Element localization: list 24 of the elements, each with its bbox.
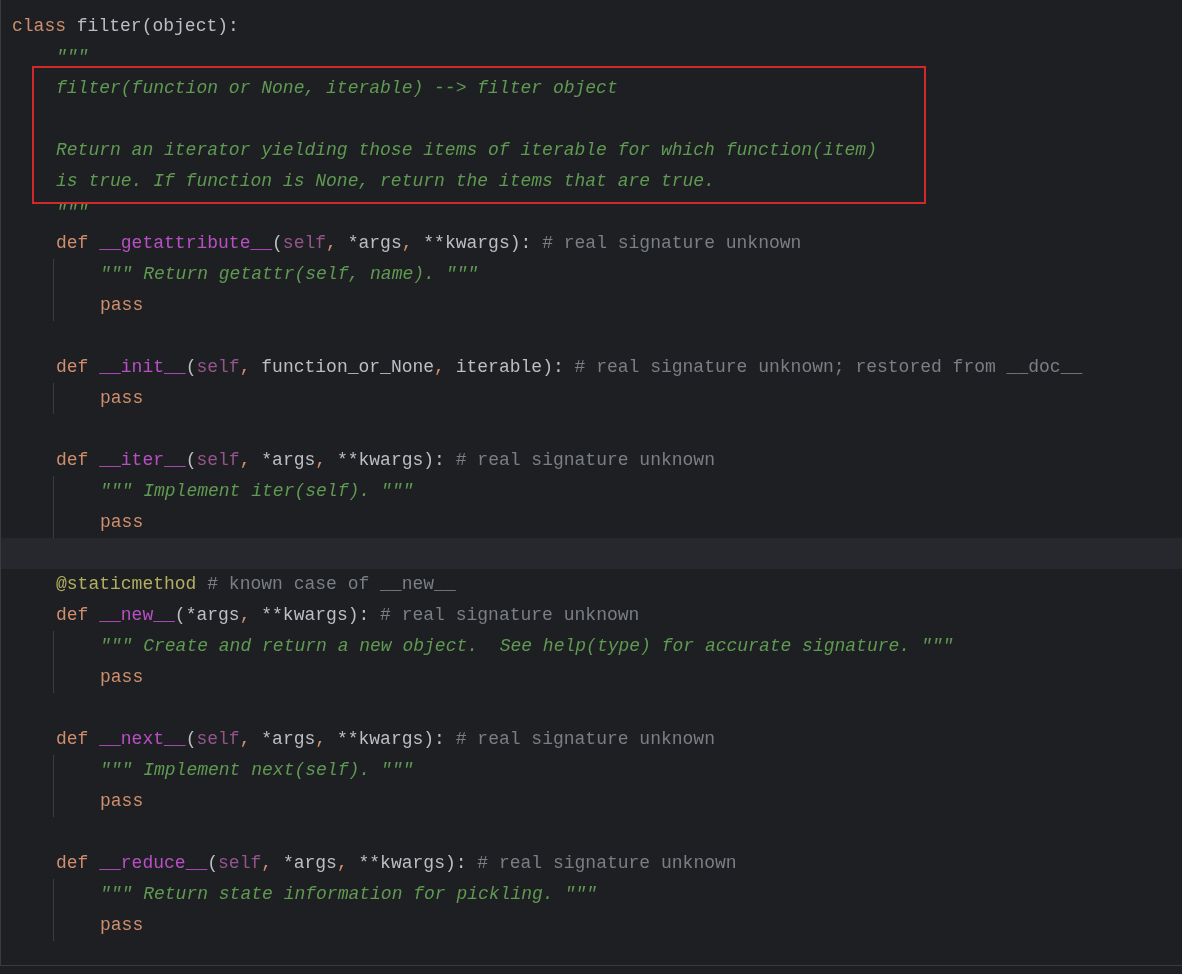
- code-line: @staticmethod # known case of __new__: [56, 573, 456, 596]
- code-line: def __next__(self, *args, **kwargs): # real signature unknown: [56, 728, 715, 751]
- code-line: """: [56, 46, 89, 69]
- code-line: pass: [100, 511, 144, 534]
- code-line: """: [56, 201, 89, 224]
- code-line: """ Implement iter(self). """: [100, 480, 414, 503]
- code-line: """ Return state information for pickling. """: [100, 883, 597, 906]
- code-line: pass: [100, 790, 144, 813]
- code-line: def __reduce__(self, *args, **kwargs): # real signature unknown: [56, 852, 737, 875]
- code-line: def __init__(self, function_or_None, iterable): # real signature unknown; restored from __doc__: [56, 356, 1083, 379]
- code-line: def __getattribute__(self, *args, **kwargs): # real signature unknown: [56, 232, 802, 255]
- code-line: def __new__(*args, **kwargs): # real signature unknown: [56, 604, 640, 627]
- code-line: def __iter__(self, *args, **kwargs): # real signature unknown: [56, 449, 715, 472]
- code-line: Return an iterator yielding those items of iterable for which function(item): [56, 139, 877, 162]
- code-line: """ Create and return a new object. See help(type) for accurate signature. """: [100, 635, 954, 658]
- code-line: is true. If function is None, return the items that are true.: [56, 170, 715, 193]
- code-line: class filter(object):: [12, 15, 239, 38]
- code-line: pass: [100, 387, 144, 410]
- code-line: pass: [100, 666, 144, 689]
- code-line: pass: [100, 294, 144, 317]
- code-line: """ Return getattr(self, name). """: [100, 263, 479, 286]
- code-line: filter(function or None, iterable) --> filter object: [56, 77, 618, 100]
- code-line: pass: [100, 914, 144, 937]
- code-line: """ Implement next(self). """: [100, 759, 414, 782]
